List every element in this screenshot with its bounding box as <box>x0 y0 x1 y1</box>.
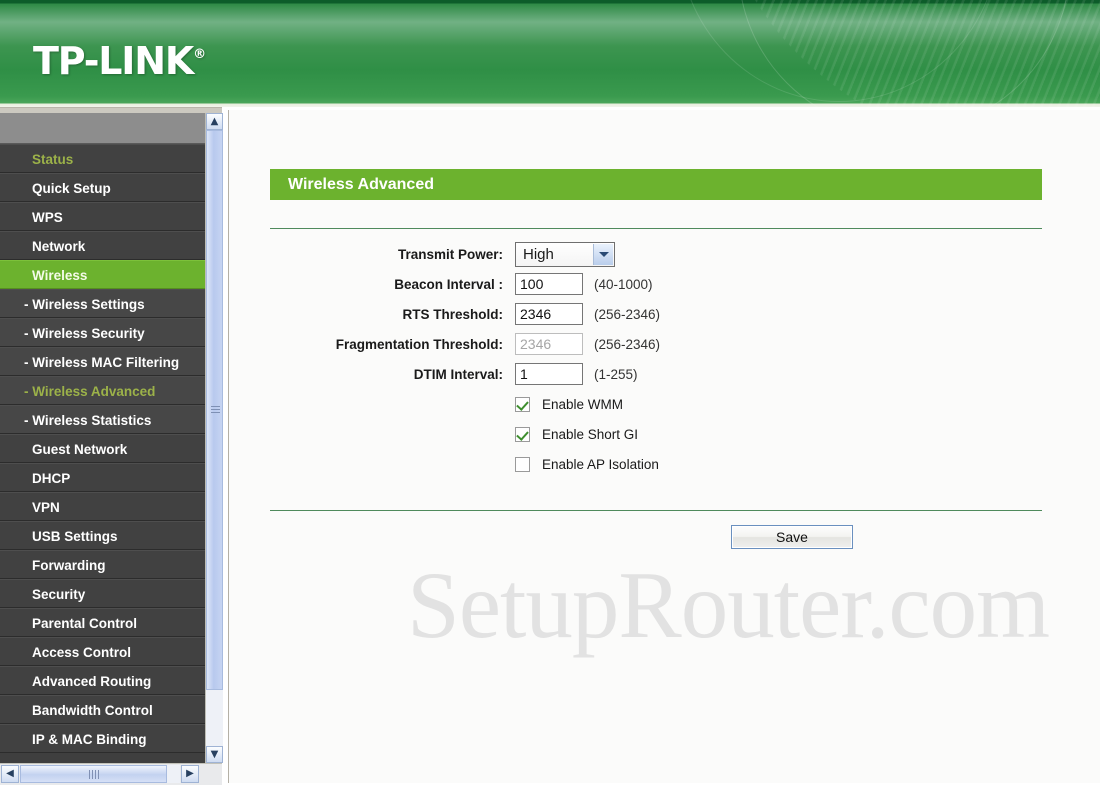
page-title: Wireless Advanced <box>270 169 1042 200</box>
site-watermark: SetupRouter.com <box>407 552 1050 658</box>
nav-container: Status Quick Setup WPS Network Wireless - Wir… <box>0 144 205 753</box>
scroll-right-button[interactable]: ▶ <box>181 765 199 783</box>
sidebar-item-wireless[interactable]: Wireless <box>0 260 205 289</box>
sidebar-item-bandwidth-control[interactable]: Bandwidth Control <box>0 695 205 724</box>
hint-fragmentation-threshold: (256-2346) <box>594 336 661 352</box>
scroll-grip-icon <box>211 406 220 414</box>
label-fragmentation-threshold: Fragmentation Threshold: <box>335 336 503 352</box>
sidebar-item-status[interactable]: Status <box>0 144 205 173</box>
scroll-left-button[interactable]: ◀ <box>1 765 19 783</box>
field-row-dtim-interval: DTIM Interval: (1-255) <box>270 359 1042 389</box>
sidebar-item-ip-mac-binding[interactable]: IP & MAC Binding <box>0 724 205 753</box>
hint-dtim-interval: (1-255) <box>594 366 638 382</box>
sidebar-item-guest-network[interactable]: Guest Network <box>0 434 205 463</box>
sidebar-item-access-control[interactable]: Access Control <box>0 637 205 666</box>
site-header: TP-LINK® <box>0 0 1100 107</box>
checkbox-row-enable-short-gi: Enable Short GI <box>270 419 1042 449</box>
checkbox-group: Enable WMM Enable Short GI Enable AP Isola… <box>270 389 1042 479</box>
sidebar-item-quick-setup[interactable]: Quick Setup <box>0 173 205 202</box>
checkbox-label-enable-short-gi: Enable Short GI <box>542 426 639 442</box>
scroll-up-button[interactable]: ▲ <box>206 113 223 130</box>
checkbox-label-enable-ap-isolation: Enable AP Isolation <box>542 456 659 472</box>
fragmentation-threshold-input <box>515 333 583 355</box>
sidebar: Status Quick Setup WPS Network Wireless - Wir… <box>0 107 223 785</box>
sidebar-item-parental-control[interactable]: Parental Control <box>0 608 205 637</box>
sidebar-item-wireless-statistics[interactable]: - Wireless Statistics <box>0 405 205 434</box>
sidebar-item-wireless-mac-filtering[interactable]: - Wireless MAC Filtering <box>0 347 205 376</box>
header-arc-decoration-1 <box>738 0 1070 107</box>
dtim-interval-input[interactable] <box>515 363 583 385</box>
divider-top <box>270 228 1042 229</box>
rts-threshold-input[interactable] <box>515 303 583 325</box>
label-rts-threshold: RTS Threshold: <box>402 306 504 322</box>
wireless-advanced-form: Transmit Power: High Beacon Interval : (… <box>270 239 1042 479</box>
checkbox-label-enable-wmm: Enable WMM <box>542 396 624 412</box>
vertical-scroll-thumb[interactable] <box>206 130 223 690</box>
sidebar-item-wps[interactable]: WPS <box>0 202 205 231</box>
save-button[interactable]: Save <box>731 525 853 549</box>
sidebar-nav-list: Status Quick Setup WPS Network Wireless - Wir… <box>0 113 205 763</box>
sidebar-item-advanced-routing[interactable]: Advanced Routing <box>0 666 205 695</box>
registered-trademark-icon: ® <box>193 47 207 62</box>
divider-bottom <box>270 510 1042 511</box>
sidebar-item-dhcp[interactable]: DHCP <box>0 463 205 492</box>
main-content-panel: SetupRouter.com Wireless Advanced Transm… <box>228 110 1100 783</box>
sidebar-item-vpn[interactable]: VPN <box>0 492 205 521</box>
header-arc-decoration-2 <box>678 0 1000 102</box>
horizontal-scroll-track[interactable] <box>20 765 180 783</box>
chevron-down-icon[interactable] <box>593 243 613 265</box>
sidebar-top-strip <box>0 113 205 144</box>
checkbox-enable-short-gi[interactable] <box>515 426 530 442</box>
scroll-down-button[interactable]: ▼ <box>206 746 223 763</box>
sidebar-item-usb-settings[interactable]: USB Settings <box>0 521 205 550</box>
field-row-beacon-interval: Beacon Interval : (40-1000) <box>270 269 1042 299</box>
vertical-scroll-track[interactable] <box>206 130 223 746</box>
sidebar-item-forwarding[interactable]: Forwarding <box>0 550 205 579</box>
sidebar-item-wireless-advanced[interactable]: - Wireless Advanced <box>0 376 205 405</box>
label-dtim-interval: DTIM Interval: <box>413 366 503 382</box>
sidebar-item-network[interactable]: Network <box>0 231 205 260</box>
scroll-grip-icon <box>88 770 99 779</box>
sidebar-item-security[interactable]: Security <box>0 579 205 608</box>
hint-rts-threshold: (256-2346) <box>594 306 661 322</box>
field-row-transmit-power: Transmit Power: High <box>270 239 1042 269</box>
logo-text: TP-LINK <box>33 39 194 83</box>
horizontal-scroll-thumb[interactable] <box>20 765 167 783</box>
chevron-right-icon: ▶ <box>186 768 194 779</box>
header-swoosh-decoration <box>720 0 1100 107</box>
checkbox-enable-wmm[interactable] <box>515 396 530 412</box>
checkbox-row-enable-ap-isolation: Enable AP Isolation <box>270 449 1042 479</box>
checkbox-row-enable-wmm: Enable WMM <box>270 389 1042 419</box>
checkbox-enable-ap-isolation[interactable] <box>515 456 530 472</box>
label-beacon-interval: Beacon Interval : <box>394 276 503 292</box>
sidebar-horizontal-scrollbar[interactable]: ◀ ▶ <box>0 763 222 785</box>
hint-beacon-interval: (40-1000) <box>594 276 653 292</box>
sidebar-item-wireless-security[interactable]: - Wireless Security <box>0 318 205 347</box>
sidebar-item-wireless-settings[interactable]: - Wireless Settings <box>0 289 205 318</box>
sidebar-vertical-scrollbar[interactable]: ▲ ▼ <box>205 113 223 763</box>
chevron-down-icon: ▼ <box>210 749 219 760</box>
field-row-fragmentation-threshold: Fragmentation Threshold: (256-2346) <box>270 329 1042 359</box>
chevron-up-icon: ▲ <box>210 116 219 127</box>
tp-link-logo: TP-LINK® <box>33 42 206 80</box>
beacon-interval-input[interactable] <box>515 273 583 295</box>
label-transmit-power: Transmit Power: <box>397 246 503 262</box>
field-row-rts-threshold: RTS Threshold: (256-2346) <box>270 299 1042 329</box>
chevron-left-icon: ◀ <box>6 768 14 779</box>
transmit-power-select[interactable]: High <box>515 241 615 267</box>
transmit-power-value: High <box>523 245 554 263</box>
